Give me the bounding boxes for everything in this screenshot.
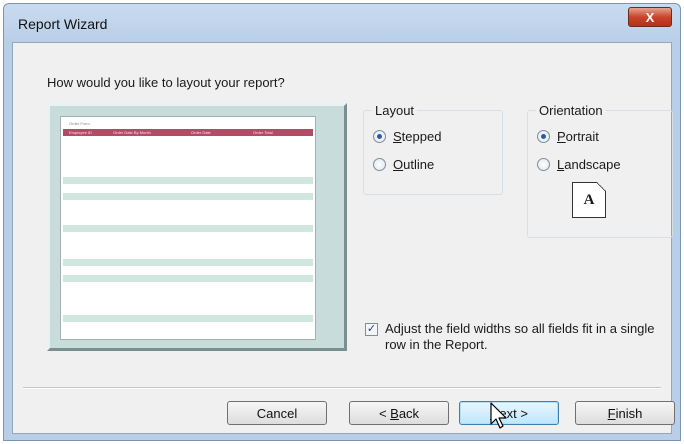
close-button[interactable]: X (628, 7, 672, 27)
wizard-body: How would you like to layout your report… (12, 42, 675, 434)
adjust-widths-label: Adjust the field widths so all fields fi… (385, 321, 655, 352)
outline-label: Outline (393, 157, 435, 172)
preview-detail-row (63, 193, 313, 200)
button-separator (23, 387, 661, 389)
preview-detail-row (63, 275, 313, 282)
preview-group-row (63, 155, 313, 162)
preview-column-header: Order Date (191, 130, 211, 135)
orientation-group-label: Orientation (536, 103, 606, 118)
preview-detail-row (63, 177, 313, 184)
preview-detail-row (63, 267, 313, 274)
preview-detail-row (63, 217, 313, 224)
portrait-radio[interactable]: Portrait (537, 129, 599, 144)
preview-header-row: Employee ID Order Date By Month Order Da… (63, 129, 313, 136)
layout-group: Layout (363, 103, 503, 195)
landscape-radio[interactable]: Landscape (537, 157, 621, 172)
radio-unselected-icon[interactable] (537, 158, 550, 171)
preview-detail-row (63, 315, 313, 322)
radio-unselected-icon[interactable] (373, 158, 386, 171)
outline-radio[interactable]: Outline (373, 157, 434, 172)
layout-question: How would you like to layout your report… (47, 75, 285, 90)
preview-title: Order Form (69, 121, 90, 126)
radio-selected-icon[interactable] (537, 130, 550, 143)
adjust-widths-checkbox[interactable]: ✓ Adjust the field widths so all fields … (365, 321, 665, 353)
layout-group-label: Layout (372, 103, 418, 118)
portrait-label: Portrait (557, 129, 599, 144)
checkbox-checked-icon[interactable]: ✓ (365, 323, 378, 336)
stepped-label: Stepped (393, 129, 442, 144)
report-preview: Order Form Employee ID Order Date By Mon… (47, 103, 347, 351)
preview-detail-row (63, 259, 313, 266)
preview-detail-row (63, 225, 313, 232)
cancel-button[interactable]: Cancel (227, 401, 327, 425)
close-icon: X (645, 9, 655, 25)
page-letter: A (583, 192, 595, 208)
preview-sheet: Order Form Employee ID Order Date By Mon… (60, 116, 316, 340)
title-bar[interactable]: Report Wizard X (4, 4, 680, 42)
mouse-pointer-icon (490, 402, 507, 429)
portrait-page-icon: A (572, 182, 606, 218)
radio-selected-icon[interactable] (373, 130, 386, 143)
back-button[interactable]: < Back (349, 401, 449, 425)
preview-column-header: Employee ID (69, 130, 92, 135)
landscape-label: Landscape (557, 157, 621, 172)
preview-detail-row (63, 251, 313, 258)
window-title: Report Wizard (18, 16, 108, 32)
preview-detail-row (63, 169, 313, 176)
stepped-radio[interactable]: Stepped (373, 129, 441, 144)
finish-button[interactable]: Finish (575, 401, 675, 425)
next-button[interactable]: Next > (459, 401, 559, 425)
preview-column-header: Order Total (253, 130, 273, 135)
preview-column-header: Order Date By Month (113, 130, 151, 135)
report-wizard-window: Report Wizard X How would you like to la… (3, 3, 681, 441)
preview-detail-row (63, 185, 313, 192)
